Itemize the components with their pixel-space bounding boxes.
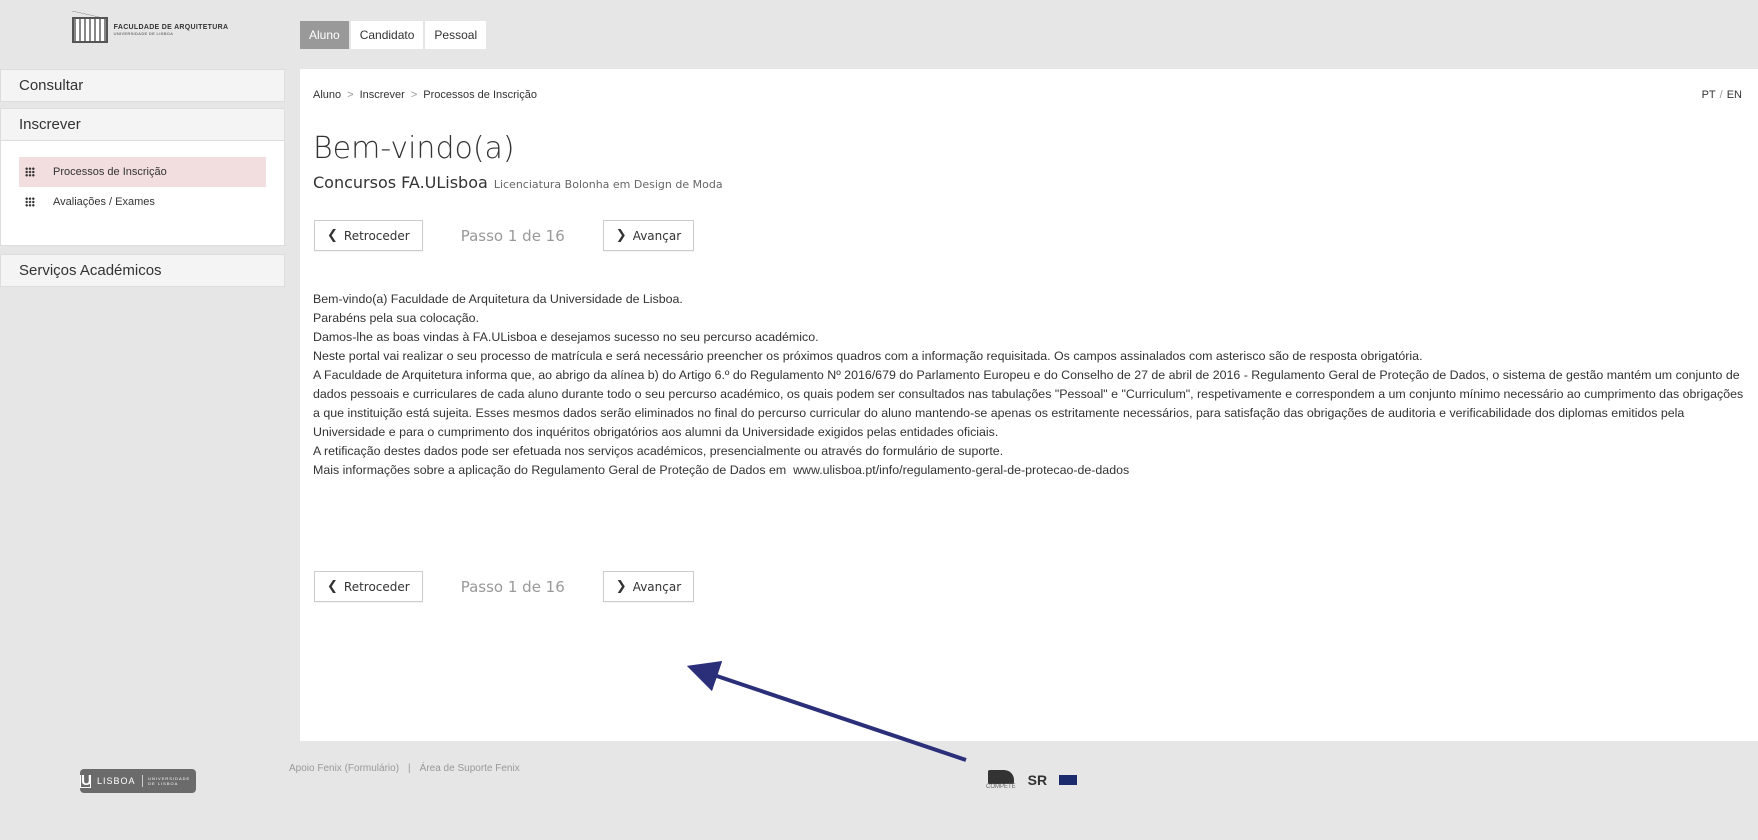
chevron-left-icon: ❮ xyxy=(327,228,338,243)
top-tabs: Aluno Candidato Pessoal xyxy=(300,21,487,49)
subtitle-main: Concursos FA.ULisboa xyxy=(313,173,488,192)
sidebar-servicos-academicos[interactable]: Serviços Académicos xyxy=(0,254,285,287)
tab-aluno[interactable]: Aluno xyxy=(300,21,349,49)
nav-row-top: ❮ Retroceder Passo 1 de 16 ❯ Avançar xyxy=(314,220,695,251)
next-button[interactable]: ❯ Avançar xyxy=(602,220,695,251)
breadcrumb-processos[interactable]: Processos de Inscrição xyxy=(423,89,537,101)
sidebar-item-label: Processos de Inscrição xyxy=(53,166,167,178)
chevron-right-icon: ❯ xyxy=(615,579,627,594)
eu-flag-icon xyxy=(1059,775,1078,785)
eu-flag-logo xyxy=(1059,775,1078,785)
sidebar-submenu: Processos de Inscrição Avaliações / Exam… xyxy=(0,141,285,246)
step-indicator: Passo 1 de 16 xyxy=(460,226,565,245)
sr-logo: SR xyxy=(1027,772,1048,788)
sidebar-item-avaliacoes-exames[interactable]: Avaliações / Exames xyxy=(19,187,266,217)
logo-subtext: UNIVERSIDADE DE LISBOA xyxy=(113,30,174,36)
ulisboa-text: LISBOA xyxy=(97,776,136,786)
grid-icon xyxy=(25,197,35,207)
sidebar-item-processos-inscricao[interactable]: Processos de Inscrição xyxy=(19,157,266,187)
ulisboa-u-icon: U xyxy=(80,771,93,789)
lang-pt[interactable]: PT xyxy=(1702,89,1716,101)
ulisboa-logo[interactable]: U LISBOA UNIVERSIDADE DE LISBOA xyxy=(80,769,196,793)
text-line: A retificação destes dados pode ser efet… xyxy=(313,444,1004,458)
ulisboa-small: UNIVERSIDADE DE LISBOA xyxy=(148,776,191,786)
chevron-right-icon: ❯ xyxy=(615,228,627,243)
main-content: Aluno > Inscrever > Processos de Inscrição P… xyxy=(300,69,1758,741)
language-switch: PT / EN xyxy=(1701,89,1742,101)
partner-logos: COMPETE SR xyxy=(986,770,1078,790)
link-area-suporte[interactable]: Área de Suporte Fenix xyxy=(420,763,520,774)
next-button[interactable]: ❯ Avançar xyxy=(602,571,695,602)
faculty-logo[interactable]: FACULDADE DE ARQUITETURA UNIVERSIDADE DE… xyxy=(0,0,300,60)
compete-icon xyxy=(987,770,1014,784)
grid-icon xyxy=(25,167,35,177)
logo-text: FACULDADE DE ARQUITETURA xyxy=(113,23,229,31)
breadcrumb: Aluno > Inscrever > Processos de Inscrição xyxy=(313,89,537,101)
back-button[interactable]: ❮ Retroceder xyxy=(314,220,423,251)
nav-row-bottom: ❮ Retroceder Passo 1 de 16 ❯ Avançar xyxy=(314,571,695,602)
subtitle-course: Licenciatura Bolonha em Design de Moda xyxy=(493,178,723,191)
compete-logo: COMPETE xyxy=(986,770,1016,790)
tab-candidato[interactable]: Candidato xyxy=(350,21,424,49)
faculty-logo-icon xyxy=(71,11,108,43)
page-subtitle: Concursos FA.ULisboa Licenciatura Bolonha… xyxy=(313,173,723,192)
chevron-left-icon: ❮ xyxy=(327,579,338,594)
gdpr-link[interactable]: www.ulisboa.pt/info/regulamento-geral-de… xyxy=(793,463,1129,477)
page-title: Bem-vindo(a) xyxy=(313,131,515,166)
text-line: Mais informações sobre a aplicação do Re… xyxy=(313,463,1130,477)
sidebar-inscrever[interactable]: Inscrever xyxy=(0,108,285,141)
text-line: Neste portal vai realizar o seu processo… xyxy=(313,349,1423,363)
lang-en[interactable]: EN xyxy=(1727,89,1742,101)
text-line: Bem-vindo(a) Faculdade de Arquitetura da… xyxy=(313,292,683,306)
text-line: Damos-lhe as boas vindas à FA.ULisboa e … xyxy=(313,330,819,344)
step-indicator: Passo 1 de 16 xyxy=(460,577,565,596)
sidebar-consultar[interactable]: Consultar xyxy=(0,69,285,102)
back-button[interactable]: ❮ Retroceder xyxy=(314,571,423,602)
text-line: A Faculdade de Arquitetura informa que, … xyxy=(313,368,1744,439)
footer-links: Apoio Fenix (Formulário) | Área de Suporte… xyxy=(289,763,520,774)
breadcrumb-aluno[interactable]: Aluno xyxy=(313,89,341,101)
breadcrumb-inscrever[interactable]: Inscrever xyxy=(360,89,405,101)
text-line: Parabéns pela sua colocação. xyxy=(313,311,480,325)
footer: U LISBOA UNIVERSIDADE DE LISBOA Apoio Fe… xyxy=(0,741,1758,840)
link-apoio-fenix[interactable]: Apoio Fenix (Formulário) xyxy=(289,763,399,774)
welcome-text: Bem-vindo(a) Faculdade de Arquitetura da… xyxy=(313,290,1753,480)
sidebar-item-label: Avaliações / Exames xyxy=(53,196,155,208)
sidebar: Consultar Inscrever Processos de Inscriç… xyxy=(0,69,285,293)
tab-pessoal[interactable]: Pessoal xyxy=(425,21,487,49)
